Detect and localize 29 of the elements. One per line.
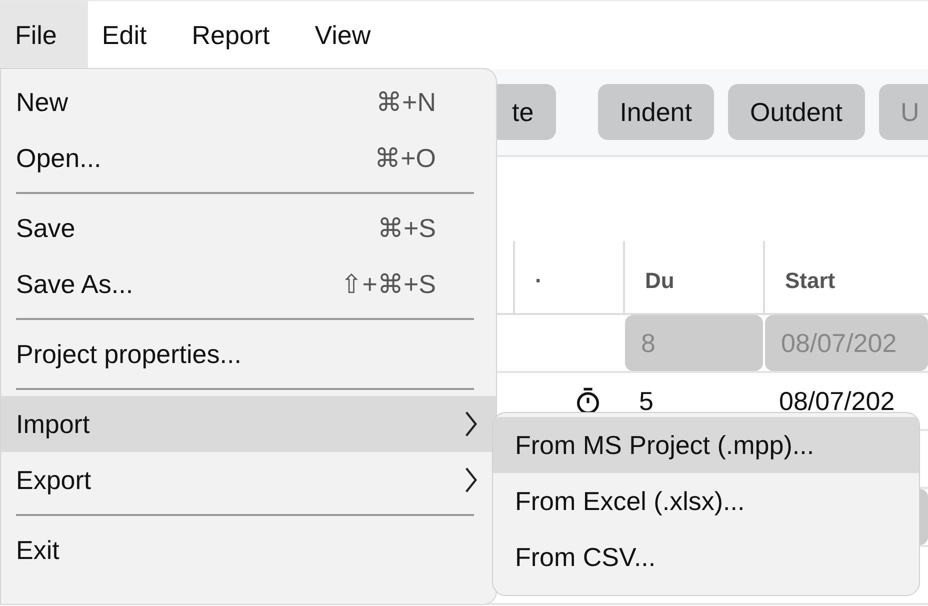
chevron-right-icon [464, 466, 478, 494]
cell-text: 08/07/202 [778, 386, 895, 416]
menu-item[interactable]: Project properties... [1, 326, 496, 382]
menu-bar-item[interactable]: Report [176, 1, 301, 69]
toolbar-button[interactable]: Outdent [728, 84, 864, 140]
menu-item[interactable]: Save As... ⇧+⌘+S [1, 256, 496, 312]
shortcut-text: ⌘+O [374, 142, 436, 174]
cell-text: 5 [638, 386, 654, 416]
chevron-right-icon [464, 410, 478, 438]
menu-item[interactable]: From CSV... [493, 529, 919, 585]
menu-item[interactable]: Export [1, 452, 496, 508]
menu-item[interactable]: From Excel (.xlsx)... [493, 473, 919, 529]
menu-bar-item[interactable]: File [0, 1, 88, 69]
column-header[interactable]: Du [645, 268, 674, 294]
column-header[interactable]: · [535, 268, 542, 294]
shortcut-text: ⇧+⌘+S [340, 268, 436, 300]
menu-bar-item[interactable]: Edit [86, 1, 178, 69]
menu-item[interactable]: Save ⌘+S [1, 200, 496, 256]
cell-text: 8 [640, 328, 656, 358]
menu-item[interactable]: Exit [1, 522, 496, 578]
shortcut-text: ⌘+S [377, 212, 436, 244]
menu-item[interactable]: From MS Project (.mpp)... [493, 417, 919, 473]
menu-item[interactable]: Import [1, 396, 496, 452]
cell-text: 08/07/202 [780, 328, 897, 358]
stopwatch-icon [575, 387, 601, 415]
menu-bar-item[interactable]: View [300, 1, 402, 69]
toolbar-button[interactable]: Indent [598, 84, 714, 140]
column-header[interactable]: Start [785, 268, 836, 294]
shortcut-text: ⌘+N [376, 86, 436, 118]
